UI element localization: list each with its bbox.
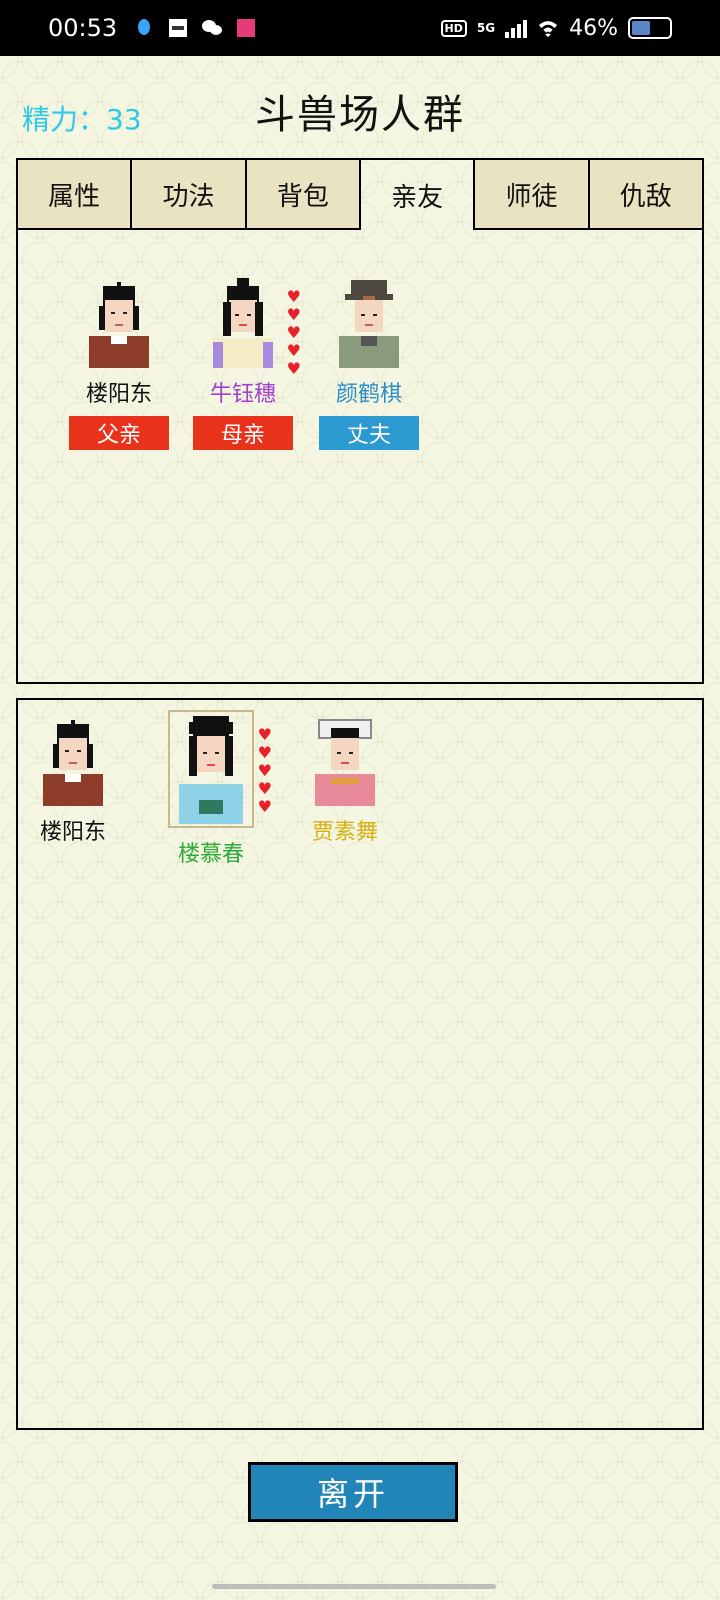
relative-name: 楼阳东 (85, 382, 152, 407)
heart-icon: ♥ (286, 305, 301, 324)
notification-icons (133, 17, 257, 39)
tab-bar: 属性 功法 背包 亲友 师徒 仇敌 (18, 160, 702, 230)
avatar (79, 282, 159, 368)
network-label: 5G (476, 21, 496, 35)
tab-attributes[interactable]: 属性 (18, 160, 133, 230)
relative-card[interactable]: ♥ ♥ ♥ ♥ ♥ 牛钰穗 母亲 (188, 278, 301, 450)
crowd-member-name: 楼阳东 (39, 820, 106, 845)
relation-tag: 丈夫 (319, 416, 419, 450)
heart-icon: ♥ (286, 287, 301, 306)
character-info-panel: 属性 功法 背包 亲友 师徒 仇敌 楼阳东 父亲 ♥ ♥ ♥ ♥ ♥ 牛钰穗 母… (16, 158, 704, 684)
crowd-member[interactable]: 贾素舞 (290, 719, 400, 846)
crowd-member[interactable]: 楼阳东 (18, 720, 128, 846)
leave-button[interactable]: 离开 (248, 1462, 458, 1522)
battery-percent: 46% (569, 15, 618, 41)
avatar (305, 719, 385, 806)
tab-backpack[interactable]: 背包 (246, 160, 361, 230)
heart-icon: ♥ (257, 761, 272, 780)
page-title: 斗兽场人群 (255, 92, 465, 138)
signal-icon (505, 18, 528, 38)
game-icon (235, 17, 257, 39)
affection-hearts: ♥ ♥ ♥ ♥ ♥ (287, 288, 301, 377)
tab-enemies[interactable]: 仇敌 (589, 160, 702, 230)
relative-name: 颜鹤棋 (335, 382, 402, 407)
avatar: ♥ ♥ ♥ ♥ ♥ (168, 710, 272, 828)
avatar (33, 720, 113, 806)
home-indicator[interactable] (212, 1584, 496, 1589)
heart-icon: ♥ (257, 725, 272, 744)
avatar: ♥ ♥ ♥ ♥ ♥ (203, 278, 301, 377)
heart-icon: ♥ (286, 359, 301, 378)
relative-card[interactable]: 楼阳东 父亲 (64, 282, 174, 450)
wifi-icon (537, 17, 559, 39)
heart-icon: ♥ (257, 779, 272, 798)
heart-icon: ♥ (286, 323, 301, 342)
app-icon (167, 17, 189, 39)
crowd-member-name: 楼慕春 (177, 842, 244, 867)
relative-name: 牛钰穗 (209, 382, 276, 407)
status-bar: 00:53 HD 5G 46% (0, 0, 720, 56)
tab-relatives[interactable]: 亲友 (361, 160, 476, 230)
relative-card[interactable]: 颜鹤棋 丈夫 (314, 280, 424, 450)
crowd-member[interactable]: ♥ ♥ ♥ ♥ ♥ 楼慕春 (156, 710, 272, 868)
avatar (329, 280, 409, 368)
hd-icon: HD (440, 19, 467, 37)
status-time: 00:53 (48, 14, 118, 42)
wechat-icon (201, 17, 223, 39)
battery-icon (628, 17, 672, 39)
heart-icon: ♥ (286, 341, 301, 360)
tab-master-disciple[interactable]: 师徒 (475, 160, 590, 230)
tab-skills[interactable]: 功法 (132, 160, 247, 230)
crowd-panel: 楼阳东 ♥ ♥ ♥ ♥ ♥ 楼慕春 贾素舞 (16, 698, 704, 1430)
crowd-member-name: 贾素舞 (311, 820, 378, 845)
qq-icon (133, 17, 155, 39)
affection-hearts: ♥ ♥ ♥ ♥ ♥ (258, 726, 272, 815)
relation-tag: 父亲 (69, 416, 169, 450)
relation-tag: 母亲 (193, 416, 293, 450)
heart-icon: ♥ (257, 743, 272, 762)
heart-icon: ♥ (257, 797, 272, 816)
